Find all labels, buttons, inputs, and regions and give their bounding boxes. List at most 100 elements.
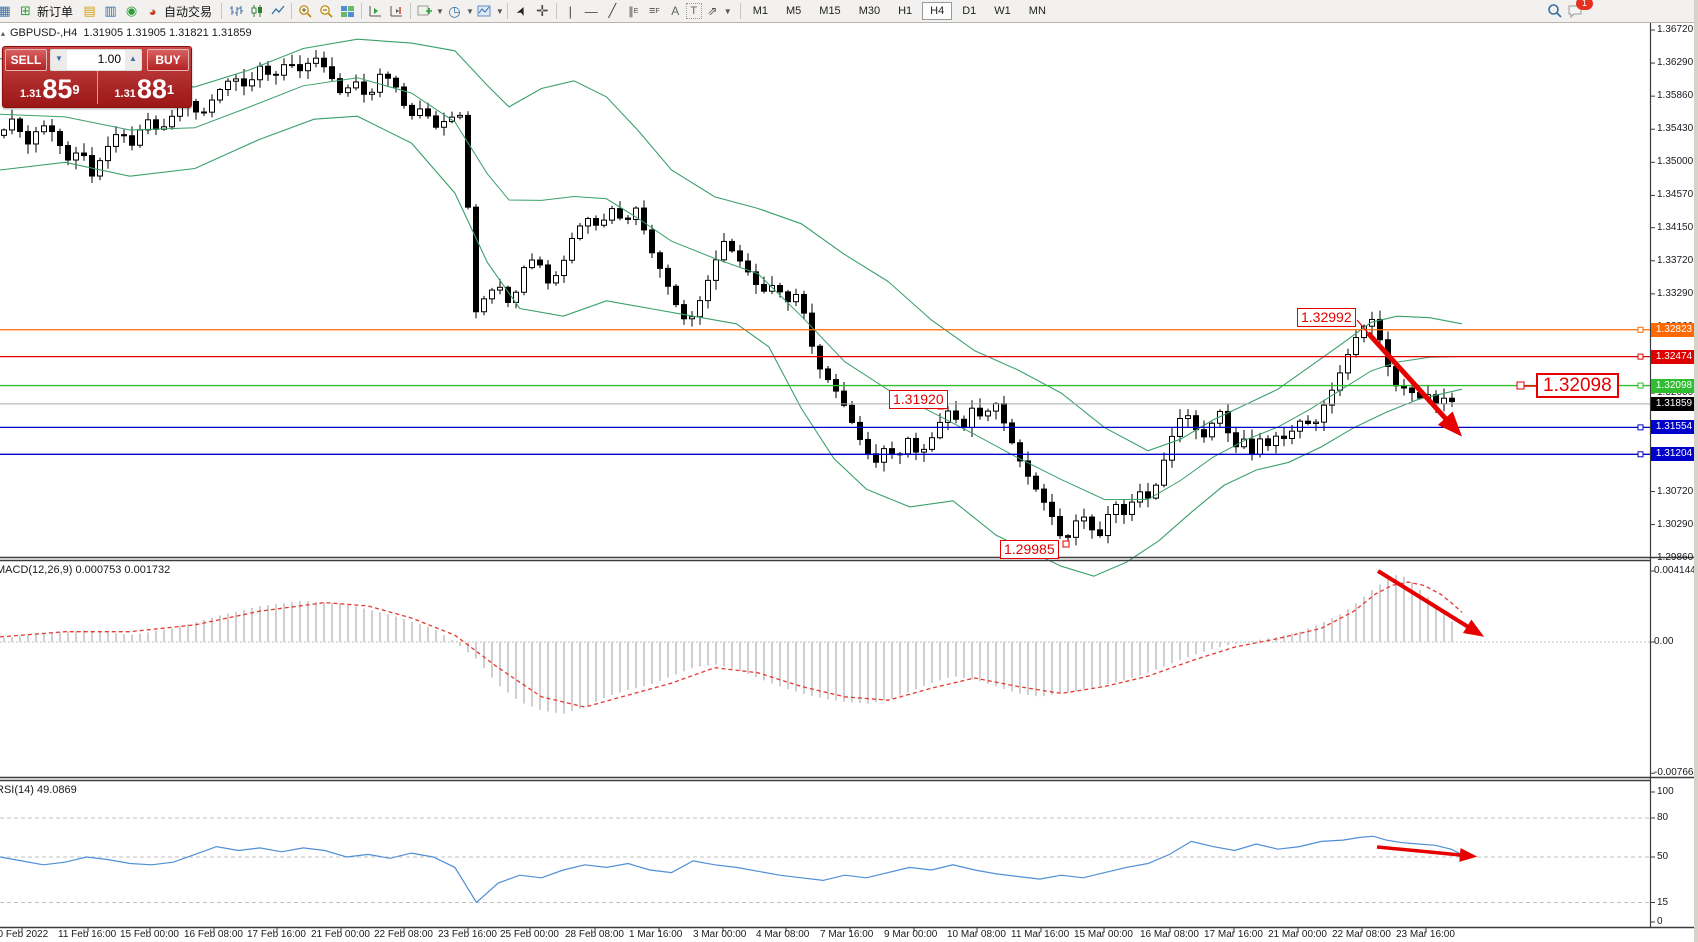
chart-template-icon[interactable] — [474, 1, 495, 21]
sell-button[interactable]: SELL — [5, 49, 47, 71]
macd-histogram-bar — [635, 642, 637, 688]
buy-price[interactable]: 1.31881 — [98, 71, 192, 104]
annotation-mid-price[interactable]: 1.31920 — [889, 390, 948, 409]
chevron-down-icon[interactable]: ▼ — [724, 7, 732, 16]
macd-histogram-bar — [1315, 625, 1317, 642]
zoom-out-icon[interactable] — [316, 1, 337, 21]
annotation-high-price[interactable]: 1.32992 — [1297, 308, 1356, 327]
main-downtrend-arrow[interactable] — [1368, 333, 1456, 430]
tab-d1[interactable]: D1 — [954, 2, 984, 20]
candle-down — [1226, 411, 1231, 432]
chart-canvas[interactable] — [0, 0, 1698, 942]
arrow-shapes-icon[interactable]: ⇗ — [702, 1, 723, 21]
history-icon[interactable]: ▤ — [79, 1, 100, 21]
equidistant-channel-icon[interactable]: ∥E — [623, 1, 644, 21]
volume-decrease-button[interactable]: ▼ — [51, 50, 67, 70]
candle-down — [914, 438, 919, 452]
candle-down — [1034, 476, 1039, 489]
candle-down — [538, 260, 543, 265]
macd-histogram-bar — [883, 642, 885, 701]
text-icon[interactable]: A — [665, 1, 686, 21]
macd-histogram-bar — [51, 633, 53, 642]
macd-histogram-bar — [1059, 642, 1061, 694]
tab-h1[interactable]: H1 — [890, 2, 920, 20]
bollinger-middle-band — [0, 78, 1462, 500]
auto-trading-icon[interactable]: ◕ — [142, 1, 163, 21]
auto-trading-label[interactable]: 自动交易 — [164, 3, 212, 20]
tab-m5[interactable]: M5 — [778, 2, 809, 20]
macd-histogram-bar — [595, 642, 597, 702]
auto-scroll-icon[interactable] — [386, 1, 407, 21]
timeframe-menu-icon[interactable]: ◷ — [444, 1, 465, 21]
fibonacci-icon[interactable]: ≡F — [644, 1, 665, 21]
macd-histogram-bar — [339, 604, 341, 642]
candle-up — [1442, 398, 1447, 404]
tab-h4[interactable]: H4 — [922, 2, 952, 20]
crosshair-icon[interactable]: ✛ — [532, 1, 553, 21]
macd-histogram-bar — [947, 642, 949, 678]
tab-w1[interactable]: W1 — [986, 2, 1019, 20]
macd-histogram-bar — [739, 642, 741, 671]
line-anchor — [1638, 425, 1643, 430]
line-chart-icon[interactable] — [267, 1, 288, 21]
candle-up — [722, 241, 727, 259]
text-label-icon[interactable]: T — [686, 3, 702, 19]
candle-down — [322, 58, 327, 67]
candle-down — [410, 105, 415, 115]
macd-histogram-bar — [355, 607, 357, 642]
tab-m15[interactable]: M15 — [811, 2, 848, 20]
candle-down — [1282, 436, 1287, 438]
macd-histogram-bar — [275, 604, 277, 642]
macd-histogram-bar — [147, 632, 149, 642]
add-indicator-icon[interactable] — [414, 1, 435, 21]
zoom-in-icon[interactable] — [295, 1, 316, 21]
candle-down — [1066, 536, 1071, 538]
price-callout[interactable]: 1.32098 — [1536, 373, 1619, 398]
volume-increase-button[interactable]: ▲ — [125, 50, 141, 70]
cursor-icon[interactable]: ➤ — [508, 0, 535, 25]
tab-mn[interactable]: MN — [1021, 2, 1054, 20]
tab-m30[interactable]: M30 — [851, 2, 888, 20]
date-label: 16 Feb 08:00 — [184, 929, 243, 940]
macd-histogram-bar — [307, 601, 309, 642]
macd-histogram-bar — [1451, 622, 1453, 642]
candle-down — [50, 126, 55, 132]
candle-down — [874, 454, 879, 462]
chart-shift-icon[interactable] — [365, 1, 386, 21]
sell-price[interactable]: 1.31859 — [3, 71, 98, 104]
candle-up — [1130, 502, 1135, 514]
annotation-low-price[interactable]: 1.29985 — [1000, 540, 1059, 559]
macd-histogram-bar — [187, 624, 189, 642]
new-order-label[interactable]: 新订单 — [37, 3, 73, 20]
candle-up — [354, 82, 359, 88]
chevron-down-icon[interactable]: ▼ — [436, 7, 444, 16]
price-tick: 1.33290 — [1657, 288, 1693, 299]
bar-chart-icon[interactable] — [225, 1, 246, 21]
tab-m1[interactable]: M1 — [745, 2, 776, 20]
macd-histogram-bar — [755, 642, 757, 677]
window-icon[interactable]: ▦ — [0, 1, 15, 21]
macd-histogram-bar — [1251, 641, 1253, 642]
trendline-icon[interactable]: ╱ — [602, 1, 623, 21]
candle-up — [178, 107, 183, 117]
macd-histogram-bar — [1195, 642, 1197, 654]
macd-histogram-bar — [1235, 642, 1237, 643]
vertical-line-icon[interactable]: | — [560, 1, 581, 21]
chart-window-icon[interactable]: ▥ — [100, 1, 121, 21]
candle-down — [1090, 517, 1095, 530]
notifications-icon[interactable]: 1 — [1565, 1, 1586, 21]
chevron-down-icon[interactable]: ▼ — [466, 7, 474, 16]
toolbar-separator — [740, 3, 741, 19]
new-order-icon[interactable]: ⊞ — [15, 1, 36, 21]
candle-down — [1122, 504, 1127, 514]
buy-button[interactable]: BUY — [147, 49, 189, 71]
candlestick-chart-icon[interactable] — [246, 1, 267, 21]
search-icon[interactable] — [1544, 1, 1565, 21]
volume-value[interactable]: 1.00 — [67, 50, 125, 70]
tile-windows-icon[interactable] — [337, 1, 358, 21]
candle-up — [994, 404, 999, 412]
signals-icon[interactable]: ◉ — [121, 1, 142, 21]
macd-histogram-bar — [691, 642, 693, 668]
chevron-down-icon[interactable]: ▼ — [496, 7, 504, 16]
horizontal-line-icon[interactable]: — — [581, 1, 602, 21]
